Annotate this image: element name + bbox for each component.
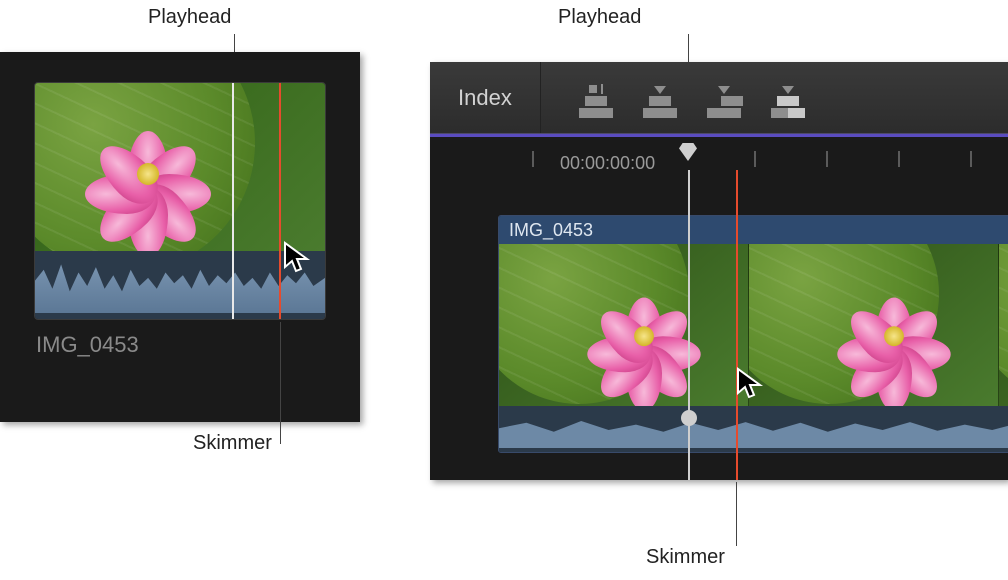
- append-tool-icon[interactable]: [705, 78, 743, 118]
- timeline-playhead[interactable]: [688, 170, 690, 480]
- playhead-ball-icon: [681, 410, 697, 426]
- timeline-clip-title: IMG_0453: [499, 216, 1008, 244]
- timeline-panel: Index: [430, 62, 1008, 480]
- browser-panel: IMG_0453: [0, 52, 360, 422]
- index-button[interactable]: Index: [430, 62, 541, 133]
- callout-playhead-left: Playhead: [148, 6, 231, 29]
- callout-line: [688, 34, 689, 64]
- timeline-clip-audio: [499, 406, 1008, 453]
- browser-skimmer[interactable]: [279, 83, 281, 251]
- callout-playhead-right: Playhead: [558, 6, 641, 29]
- browser-playhead-audio[interactable]: [232, 251, 234, 320]
- callout-skimmer-right: Skimmer: [646, 546, 725, 569]
- connect-tool-icon[interactable]: [577, 78, 615, 118]
- timecode-label: 00:00:00:00: [560, 153, 655, 174]
- timeline-skimmer[interactable]: [736, 170, 738, 480]
- timeline-ruler[interactable]: 00:00:00:00: [430, 137, 1008, 177]
- overwrite-tool-icon[interactable]: [769, 78, 807, 118]
- timeline-clip[interactable]: IMG_0453: [498, 215, 1008, 453]
- insert-tools: [541, 78, 807, 118]
- callout-line: [736, 482, 737, 546]
- clip-audio-waveform: [35, 251, 325, 320]
- clip-filename: IMG_0453: [36, 332, 139, 358]
- timeline-clips-area[interactable]: IMG_0453: [430, 177, 1008, 480]
- timeline-topbar: Index: [430, 62, 1008, 134]
- clip-video-thumbnail: [35, 83, 325, 251]
- insert-tool-icon[interactable]: [641, 78, 679, 118]
- browser-skimmer-audio[interactable]: [279, 251, 281, 320]
- timeline-clip-frames: [499, 244, 1008, 406]
- callout-line: [280, 322, 281, 444]
- browser-clip[interactable]: [34, 82, 326, 320]
- callout-skimmer-left: Skimmer: [193, 432, 272, 455]
- browser-playhead[interactable]: [232, 83, 234, 251]
